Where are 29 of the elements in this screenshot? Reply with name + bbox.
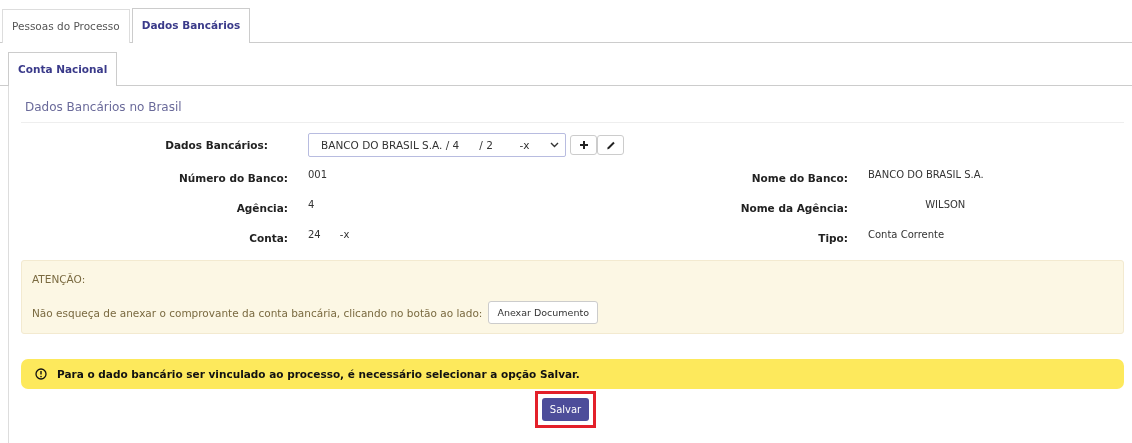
attention-title: ATENÇÃO: bbox=[32, 273, 86, 285]
field-label: Agência: bbox=[235, 201, 288, 214]
tab[interactable]: Conta Nacional bbox=[8, 52, 118, 86]
attach-document-button[interactable]: Anexar Documento bbox=[488, 301, 598, 324]
attention-text: Não esqueça de anexar o comprovante da conta bancária, clicando no botão ao lado: bbox=[32, 306, 483, 319]
field-value: WILSON bbox=[924, 199, 966, 210]
plus-icon bbox=[578, 140, 589, 150]
field-value: 4 bbox=[308, 199, 315, 210]
pencil-icon bbox=[605, 140, 616, 150]
exclamation-circle-icon bbox=[35, 368, 47, 380]
chevron-down-icon bbox=[550, 142, 559, 148]
field-value: Conta Corrente bbox=[868, 229, 945, 240]
tab[interactable]: Pessoas do Processo bbox=[2, 9, 130, 43]
field-label: Tipo: bbox=[817, 231, 848, 244]
bank-select[interactable]: BANCO DO BRASIL S.A. / 4 / 2 -x bbox=[308, 133, 566, 157]
field-value: 001 bbox=[308, 169, 328, 180]
section-title: Dados Bancários no Brasil bbox=[21, 86, 1124, 123]
warning-text: Para o dado bancário ser vinculado ao processo, é necessário selecionar a opção Salvar. bbox=[57, 368, 580, 380]
save-button[interactable]: Salvar bbox=[541, 398, 590, 421]
field-value: BANCO DO BRASIL S.A. bbox=[868, 169, 984, 180]
field-label: Nome do Banco: bbox=[750, 171, 848, 184]
add-button[interactable] bbox=[570, 135, 597, 155]
edit-button[interactable] bbox=[597, 135, 624, 155]
tab[interactable]: Dados Bancários bbox=[131, 8, 251, 43]
field-label: Dados Bancários: bbox=[164, 139, 269, 151]
field-label: Número do Banco: bbox=[178, 171, 288, 184]
field-label: Nome da Agência: bbox=[739, 201, 848, 214]
field-label: Conta: bbox=[248, 231, 288, 244]
field-value: 24 -x bbox=[308, 229, 350, 240]
